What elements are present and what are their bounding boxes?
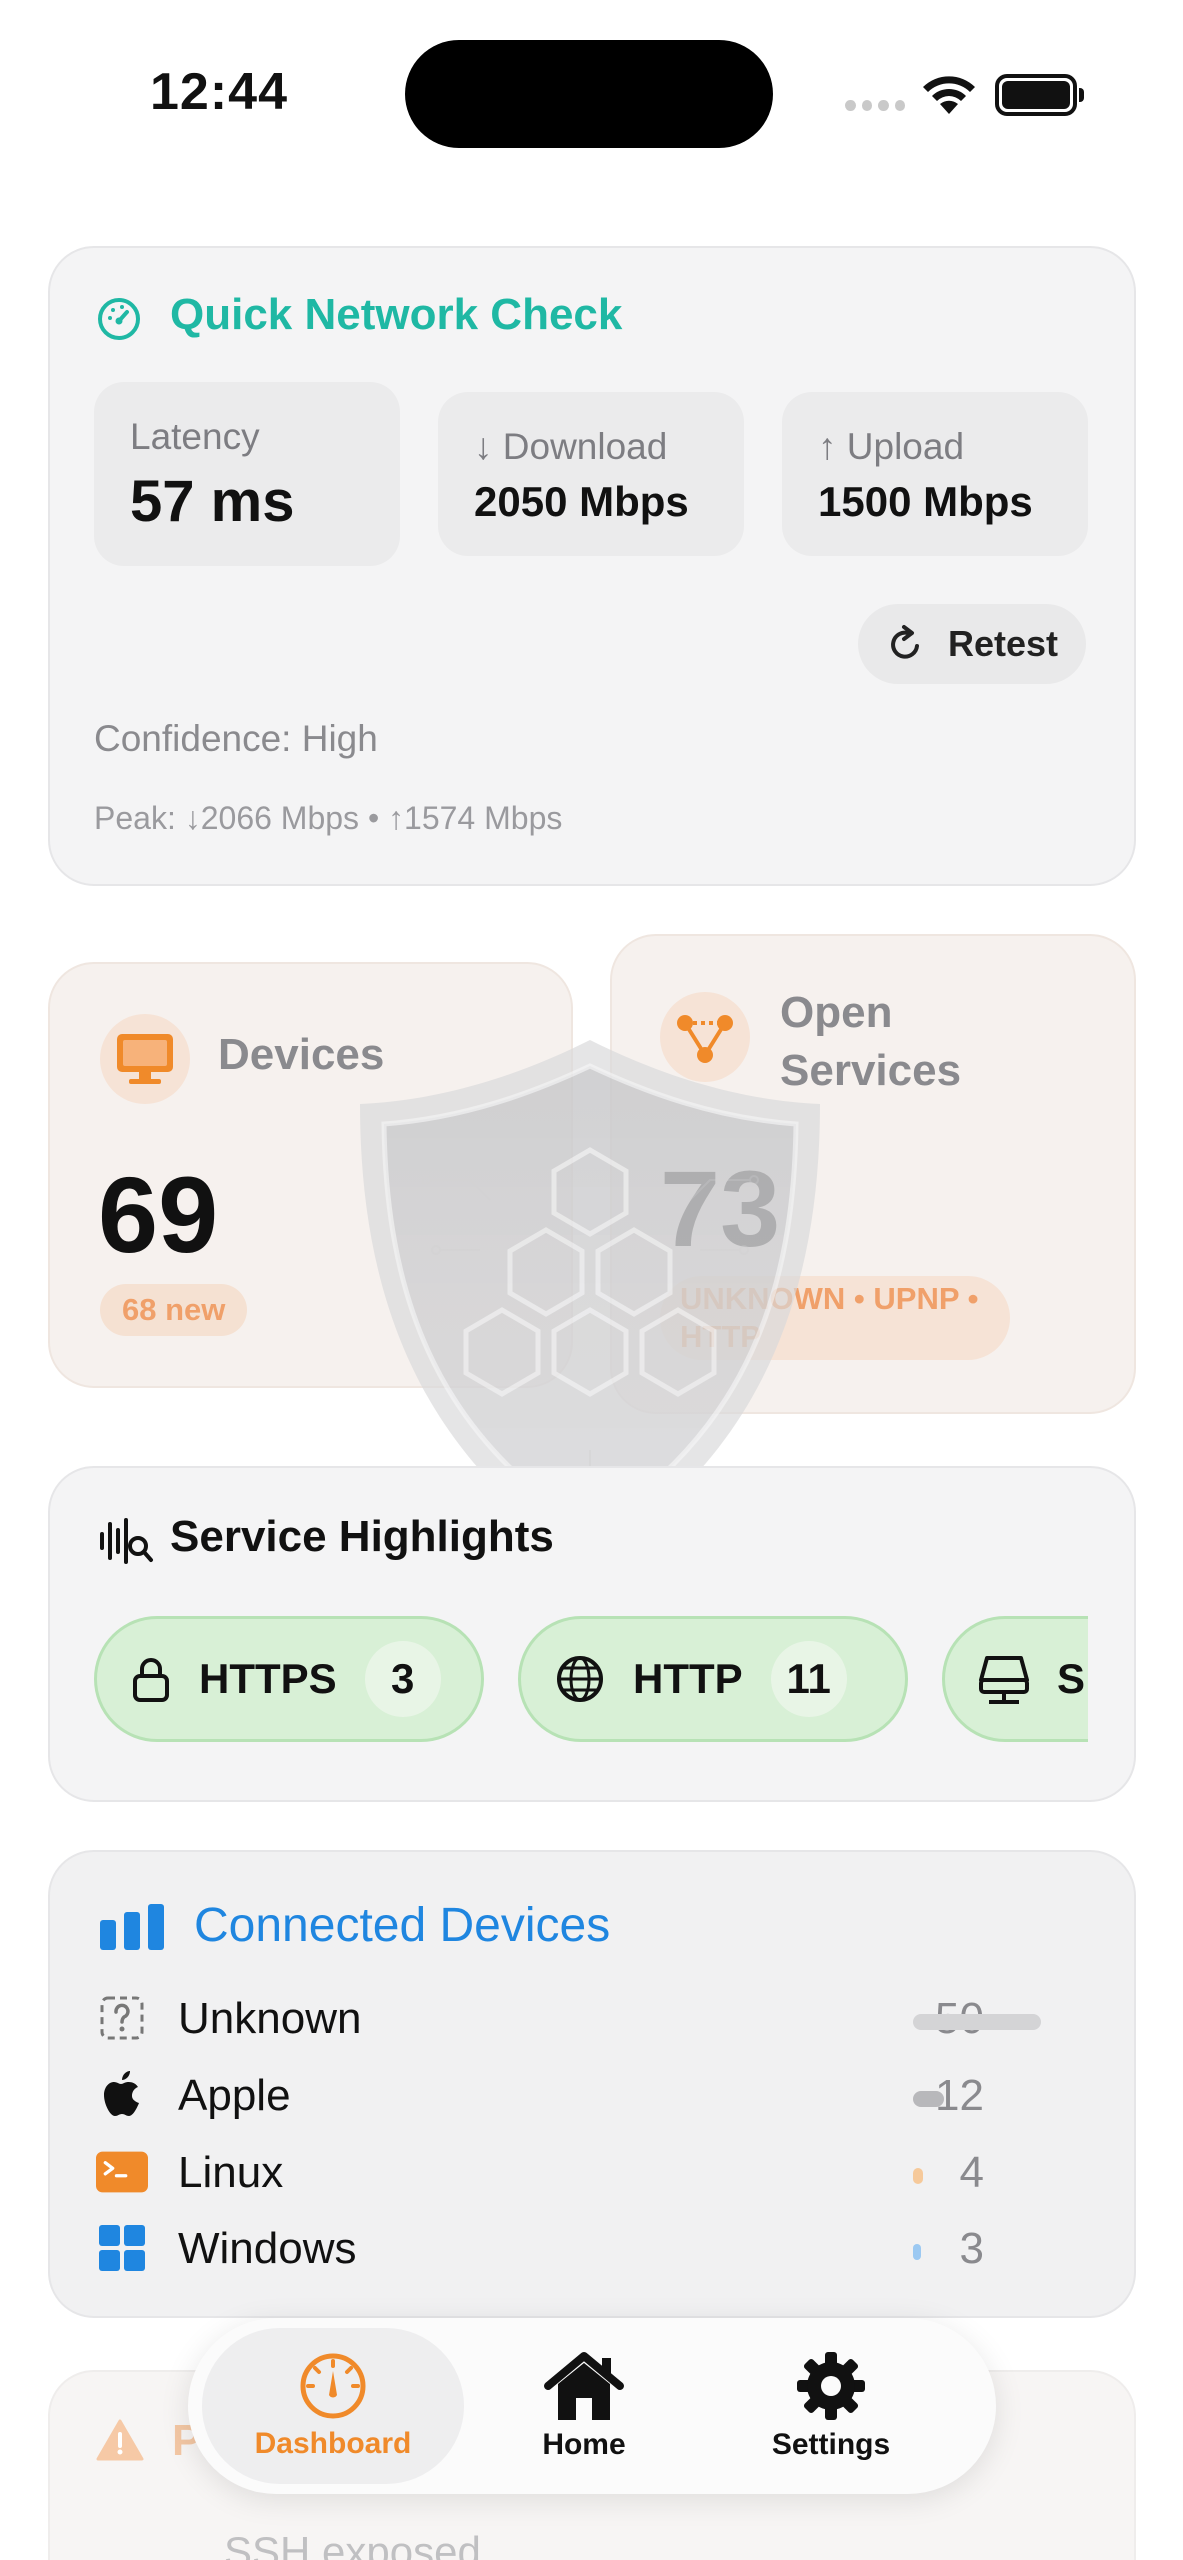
lock-icon: [133, 1658, 169, 1702]
quick-network-check-card: [48, 246, 1136, 886]
services-icon-circle: [660, 992, 750, 1082]
open-services-title: Open Services: [780, 988, 962, 1095]
confidence-text: Confidence: High: [94, 718, 378, 759]
server-icon: [979, 1656, 1029, 1704]
download-value: 2050 Mbps: [474, 478, 689, 525]
os-bar: [913, 2168, 923, 2184]
tab-label: Dashboard: [254, 2427, 412, 2460]
os-row-windows[interactable]: Windows 3: [96, 2218, 1046, 2278]
os-name: Linux: [178, 2148, 284, 2197]
upload-metric: ↑ Upload 1500 Mbps: [782, 392, 1088, 556]
status-time: 12:44: [150, 63, 288, 121]
os-row-apple[interactable]: Apple 12: [96, 2065, 1046, 2125]
service-highlights-title: Service Highlights: [170, 1512, 554, 1561]
service-chip-count: 3: [364, 1641, 441, 1717]
os-name: Windows: [178, 2224, 357, 2273]
service-chip-s[interactable]: S: [942, 1616, 1088, 1742]
devices-title: Devices: [218, 1030, 385, 1079]
house-icon: [544, 2352, 624, 2420]
os-name: Apple: [178, 2071, 291, 2120]
gear-icon: [797, 2352, 865, 2420]
speedometer-icon: [98, 298, 140, 340]
devices-icon-circle: [100, 1014, 190, 1104]
latency-value: 57 ms: [130, 469, 295, 534]
wifi-icon: [923, 76, 975, 114]
peak-text: Peak: ↓2066 Mbps • ↑1574 Mbps: [94, 800, 563, 836]
question-icon: [96, 1994, 148, 2042]
service-chip-https[interactable]: HTTPS 3: [94, 1616, 484, 1742]
tab-bar: Dashboard Home Settings: [188, 2318, 996, 2494]
bar-chart-icon: [100, 1904, 164, 1950]
os-row-linux[interactable]: Linux 4: [96, 2142, 1046, 2202]
open-services-badge: UNKNOWN • UPNP • HTTP: [660, 1276, 1010, 1360]
os-bar: [913, 2091, 944, 2107]
download-metric: ↓ Download 2050 Mbps: [438, 392, 744, 556]
service-chip-row: HTTPS 3 HTTP 11 S: [94, 1616, 1088, 1746]
windows-icon: [96, 2224, 148, 2272]
monitor-icon: [117, 1034, 173, 1084]
download-label: ↓ Download: [474, 426, 668, 467]
quick-network-check-title: Quick Network Check: [170, 290, 623, 339]
waveform-search-icon: [100, 1518, 153, 1564]
service-chip-http[interactable]: HTTP 11: [518, 1616, 908, 1742]
retest-label: Retest: [947, 623, 1059, 664]
network-nodes-icon: [677, 1015, 733, 1063]
latency-label: Latency: [130, 416, 260, 457]
warning-icon: [96, 2419, 144, 2461]
upload-label: ↑ Upload: [818, 426, 965, 467]
issue-line: SSH exposed: [224, 2528, 481, 2560]
os-row-unknown[interactable]: Unknown 50: [96, 1988, 1046, 2048]
tab-label: Settings: [771, 2428, 891, 2461]
tab-home[interactable]: Home: [494, 2328, 674, 2484]
os-bar: [913, 2244, 921, 2260]
gauge-icon: [300, 2353, 366, 2419]
globe-icon: [557, 1656, 603, 1702]
refresh-icon: [891, 625, 919, 659]
open-services-count: 73: [660, 1148, 781, 1269]
battery-icon: [995, 74, 1084, 116]
upload-value: 1500 Mbps: [818, 478, 1033, 525]
devices-new-badge: 68 new: [100, 1284, 248, 1336]
service-chip-count: 11: [770, 1641, 847, 1717]
service-chip-name: HTTPS: [199, 1655, 337, 1702]
service-chip-name: HTTP: [633, 1655, 743, 1702]
os-name: Unknown: [178, 1994, 362, 2043]
connected-devices-title: Connected Devices: [194, 1899, 611, 1952]
dynamic-island: [405, 40, 773, 148]
tab-dashboard[interactable]: Dashboard: [202, 2328, 464, 2484]
terminal-icon: [96, 2148, 148, 2196]
retest-button[interactable]: Retest: [858, 604, 1086, 684]
devices-count: 69: [98, 1154, 219, 1275]
tab-settings[interactable]: Settings: [740, 2328, 922, 2484]
apple-icon: [96, 2071, 148, 2119]
cellular-signal-icon: [845, 100, 905, 114]
os-bar: [913, 2014, 1041, 2030]
latency-metric: Latency 57 ms: [94, 382, 400, 566]
service-chip-name: S: [1057, 1655, 1086, 1702]
tab-label: Home: [542, 2428, 626, 2461]
